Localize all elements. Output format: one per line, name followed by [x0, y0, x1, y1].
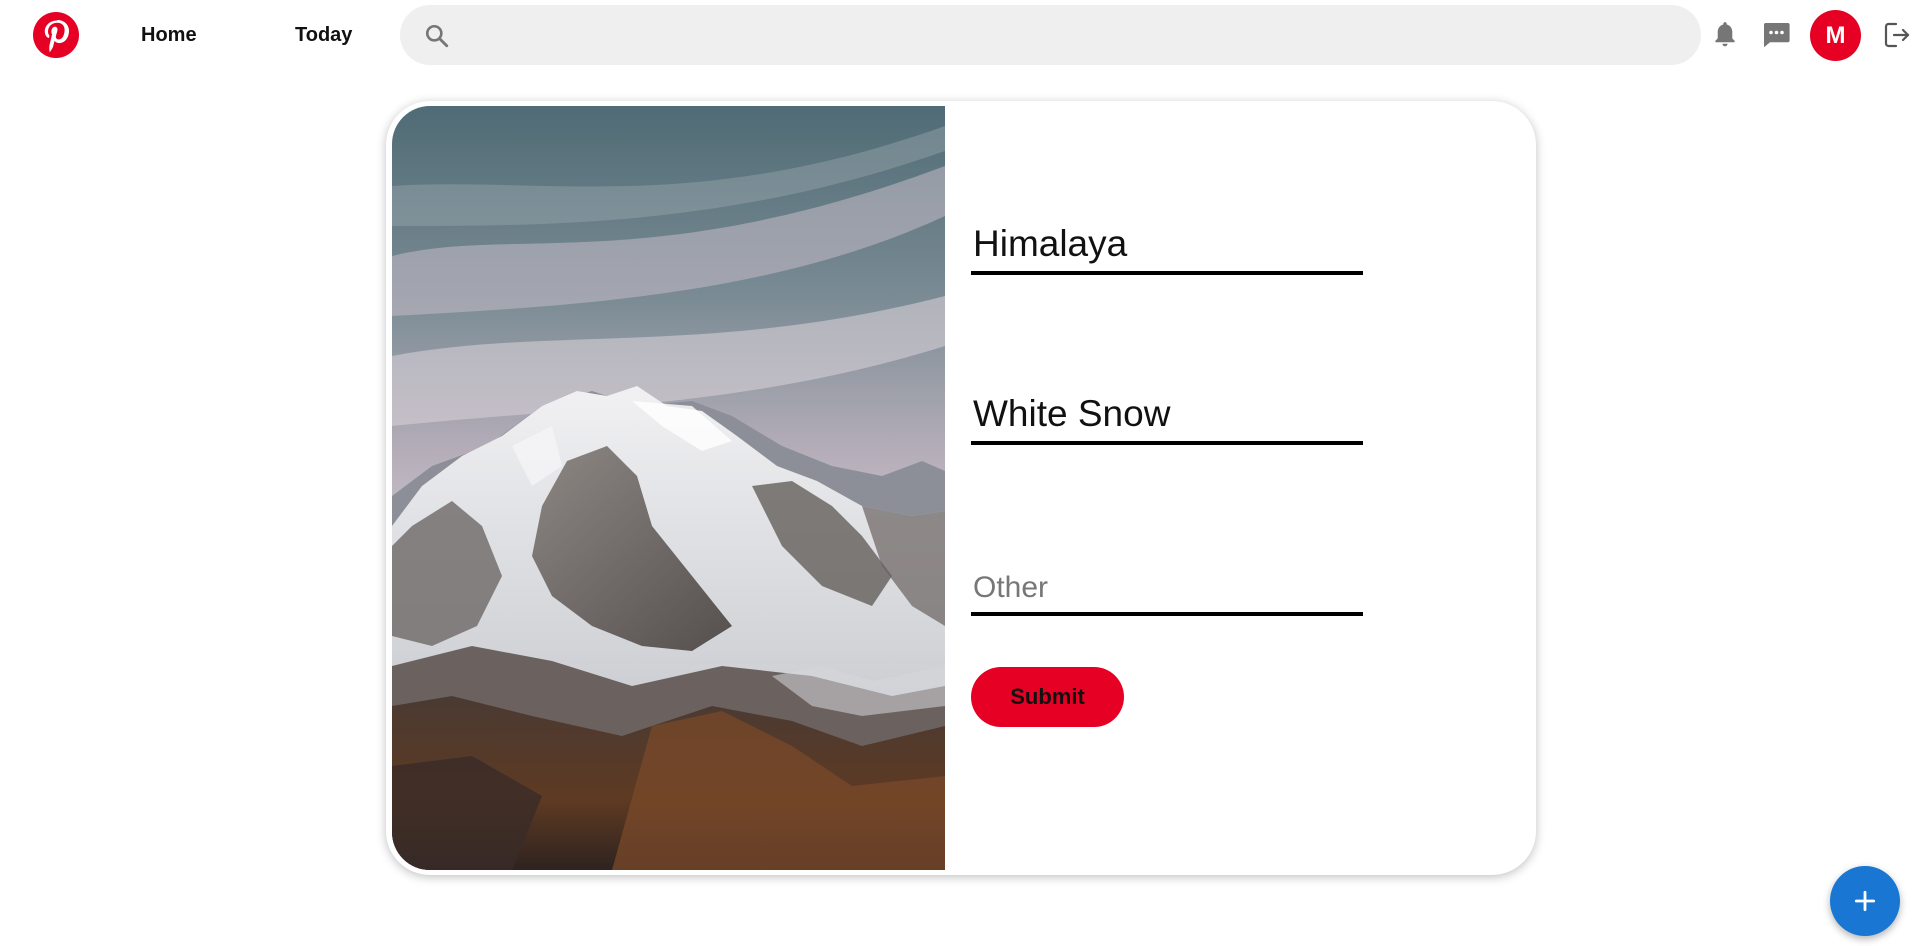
title-field[interactable]: [971, 213, 1363, 275]
top-navigation-bar: Home Today M: [0, 0, 1915, 70]
nav-today-link[interactable]: Today: [295, 24, 352, 47]
nav-home-link[interactable]: Home: [141, 24, 197, 47]
other-field[interactable]: [971, 554, 1363, 616]
logout-icon[interactable]: [1882, 20, 1912, 50]
avatar[interactable]: M: [1810, 10, 1861, 61]
plus-icon: [1854, 890, 1876, 912]
other-input[interactable]: [973, 564, 1358, 606]
title-input[interactable]: [973, 223, 1358, 265]
chat-icon[interactable]: [1761, 21, 1791, 49]
submit-button[interactable]: Submit: [971, 667, 1124, 727]
description-input[interactable]: [973, 393, 1358, 435]
create-pin-card: Submit: [386, 101, 1536, 875]
search-input[interactable]: [470, 5, 1680, 65]
mountain-photo: [392, 106, 945, 870]
bell-icon[interactable]: [1712, 20, 1738, 50]
search-icon: [425, 24, 449, 48]
add-pin-button[interactable]: [1830, 866, 1900, 936]
pinterest-logo-icon[interactable]: [33, 12, 79, 58]
search-bar[interactable]: [400, 5, 1701, 65]
description-field[interactable]: [971, 383, 1363, 445]
